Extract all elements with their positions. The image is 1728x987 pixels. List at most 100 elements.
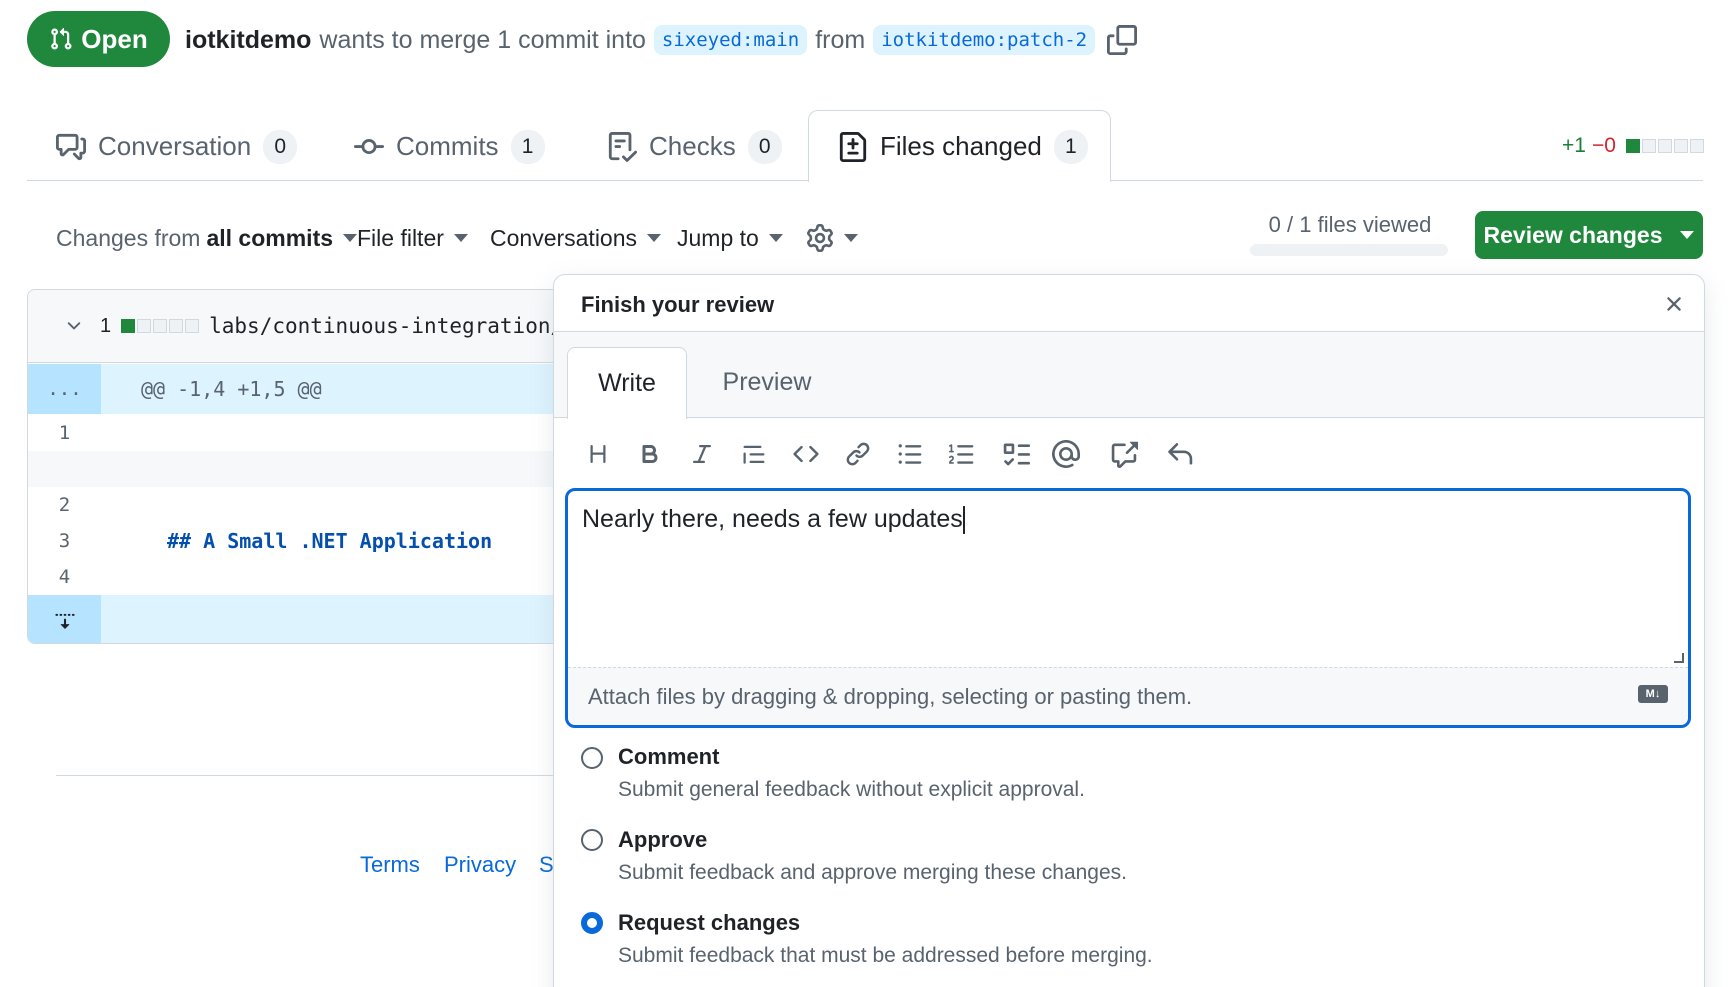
unordered-list-icon[interactable] — [892, 436, 928, 472]
request-changes-option: Request changes Submit feedback that mus… — [618, 910, 1153, 968]
file-change-count: 1 — [100, 314, 112, 337]
chevron-down-icon — [647, 234, 662, 242]
changes-from-label: Changes from — [56, 224, 201, 251]
expand-down-icon[interactable] — [28, 595, 101, 643]
request-changes-radio[interactable] — [581, 912, 603, 934]
tab-commits[interactable]: Commits 1 — [354, 112, 545, 181]
tab-preview[interactable]: Preview — [702, 347, 832, 417]
diff-line: 4 — [28, 559, 586, 595]
merge-summary: iotkitdemo wants to merge 1 commit into … — [185, 20, 1138, 60]
diffstat-deletions: −0 — [1591, 134, 1616, 157]
quote-icon[interactable] — [736, 436, 772, 472]
chevron-down-icon — [768, 234, 783, 242]
footer-privacy-link[interactable]: Privacy — [444, 852, 516, 878]
tab-conversation[interactable]: Conversation 0 — [56, 112, 298, 181]
code-icon[interactable] — [788, 436, 824, 472]
file-diff-card: 1 labs/continuous-integration/ ... @@ -1… — [27, 289, 587, 644]
all-commits-label: all commits — [206, 224, 334, 251]
hunk-header-row: ... @@ -1,4 +1,5 @@ — [28, 364, 586, 414]
conversations-dropdown[interactable]: Conversations — [490, 222, 662, 254]
gear-icon — [807, 224, 833, 252]
tab-files-changed-count: 1 — [1053, 129, 1088, 164]
review-changes-button[interactable]: Review changes — [1475, 211, 1703, 259]
approve-option-label: Approve — [618, 827, 708, 852]
head-branch[interactable]: iotkitdemo:patch-2 — [873, 25, 1096, 55]
italic-icon[interactable] — [684, 436, 720, 472]
approve-option-desc: Submit feedback and approve merging thes… — [618, 861, 1127, 884]
review-comment-field[interactable]: Nearly there, needs a few updates Attach… — [565, 488, 1691, 728]
comment-option: Comment Submit general feedback without … — [618, 744, 1085, 802]
markdown-icon[interactable]: M↓ — [1638, 685, 1668, 703]
mention-icon[interactable] — [1048, 436, 1084, 472]
reply-icon[interactable] — [1162, 436, 1198, 472]
tab-checks[interactable]: Checks 0 — [607, 112, 782, 181]
footer-terms-link[interactable]: Terms — [360, 852, 420, 878]
task-list-icon[interactable] — [998, 436, 1034, 472]
file-filter-dropdown[interactable]: File filter — [357, 222, 468, 254]
review-changes-label: Review changes — [1483, 221, 1663, 248]
jump-to-label: Jump to — [677, 224, 759, 251]
tab-commits-label: Commits — [396, 131, 499, 161]
attach-files-area[interactable]: Attach files by dragging & dropping, sel… — [568, 667, 1688, 725]
conversations-label: Conversations — [490, 224, 638, 251]
cross-reference-icon[interactable] — [1106, 436, 1142, 472]
chevron-down-icon — [1680, 231, 1695, 239]
heading-icon[interactable] — [580, 436, 616, 472]
hunk-header: @@ -1,4 +1,5 @@ — [141, 377, 322, 401]
jump-to-dropdown[interactable]: Jump to — [677, 222, 783, 254]
line-number[interactable]: 1 — [28, 415, 101, 451]
line-number[interactable]: 2 — [28, 487, 101, 523]
attach-files-text: Attach files by dragging & dropping, sel… — [588, 683, 1193, 709]
line-number[interactable]: 3 — [28, 523, 101, 559]
collapse-chevron-icon[interactable] — [64, 316, 84, 336]
tab-conversation-count: 0 — [263, 129, 298, 164]
ordered-list-icon[interactable] — [944, 436, 980, 472]
author-link[interactable]: iotkitdemo — [185, 26, 311, 55]
diff-settings-dropdown[interactable] — [806, 222, 858, 254]
chevron-down-icon — [343, 234, 358, 242]
comment-discussion-icon — [56, 133, 86, 160]
expand-up-button[interactable]: ... — [28, 364, 101, 414]
file-path[interactable]: labs/continuous-integration/ — [209, 314, 563, 338]
request-changes-option-label: Request changes — [618, 910, 801, 935]
request-changes-option-desc: Submit feedback that must be addressed b… — [618, 944, 1153, 967]
checklist-icon — [608, 131, 637, 162]
from-text: from — [815, 25, 866, 54]
tab-files-changed-label: Files changed — [880, 131, 1042, 161]
footer-truncated-link[interactable]: S — [539, 852, 554, 878]
commit-icon — [354, 138, 384, 154]
comment-option-desc: Submit general feedback without explicit… — [618, 778, 1085, 801]
pull-request-icon — [51, 27, 72, 50]
chevron-down-icon — [453, 234, 468, 242]
close-icon[interactable] — [1662, 292, 1686, 316]
bold-icon[interactable] — [632, 436, 668, 472]
file-diffstat-blocks — [121, 319, 200, 333]
merge-text: wants to merge 1 commit into — [319, 25, 646, 54]
line-code: ## A Small .NET Application — [167, 529, 493, 553]
tab-write[interactable]: Write — [567, 347, 687, 419]
tab-conversation-label: Conversation — [98, 131, 252, 161]
review-comment-text: Nearly there, needs a few updates — [582, 505, 963, 533]
base-branch[interactable]: sixeyed:main — [653, 25, 808, 55]
diffstat-blocks — [1625, 139, 1704, 153]
copy-icon[interactable] — [1107, 25, 1138, 55]
approve-option: Approve Submit feedback and approve merg… — [618, 827, 1127, 885]
comment-radio[interactable] — [581, 747, 603, 769]
line-number[interactable]: 4 — [28, 559, 101, 595]
footer-divider — [56, 775, 556, 776]
editor-tabs-divider — [554, 417, 1704, 418]
chevron-down-icon — [844, 234, 858, 242]
tab-files-changed[interactable]: Files changed 1 — [838, 112, 1088, 181]
changes-from-dropdown[interactable]: Changes from all commits — [56, 222, 358, 254]
file-diff-icon — [839, 131, 867, 162]
approve-radio[interactable] — [581, 829, 603, 851]
diff-spacer-row — [28, 451, 586, 487]
files-viewed-progress — [1250, 244, 1448, 256]
tab-commits-count: 1 — [510, 129, 545, 164]
link-icon[interactable] — [840, 436, 876, 472]
tab-checks-label: Checks — [649, 131, 736, 161]
diffstat-additions: +1 — [1562, 134, 1586, 157]
panel-title: Finish your review — [581, 292, 775, 317]
comment-option-label: Comment — [618, 744, 720, 769]
resize-handle[interactable] — [1674, 653, 1684, 663]
